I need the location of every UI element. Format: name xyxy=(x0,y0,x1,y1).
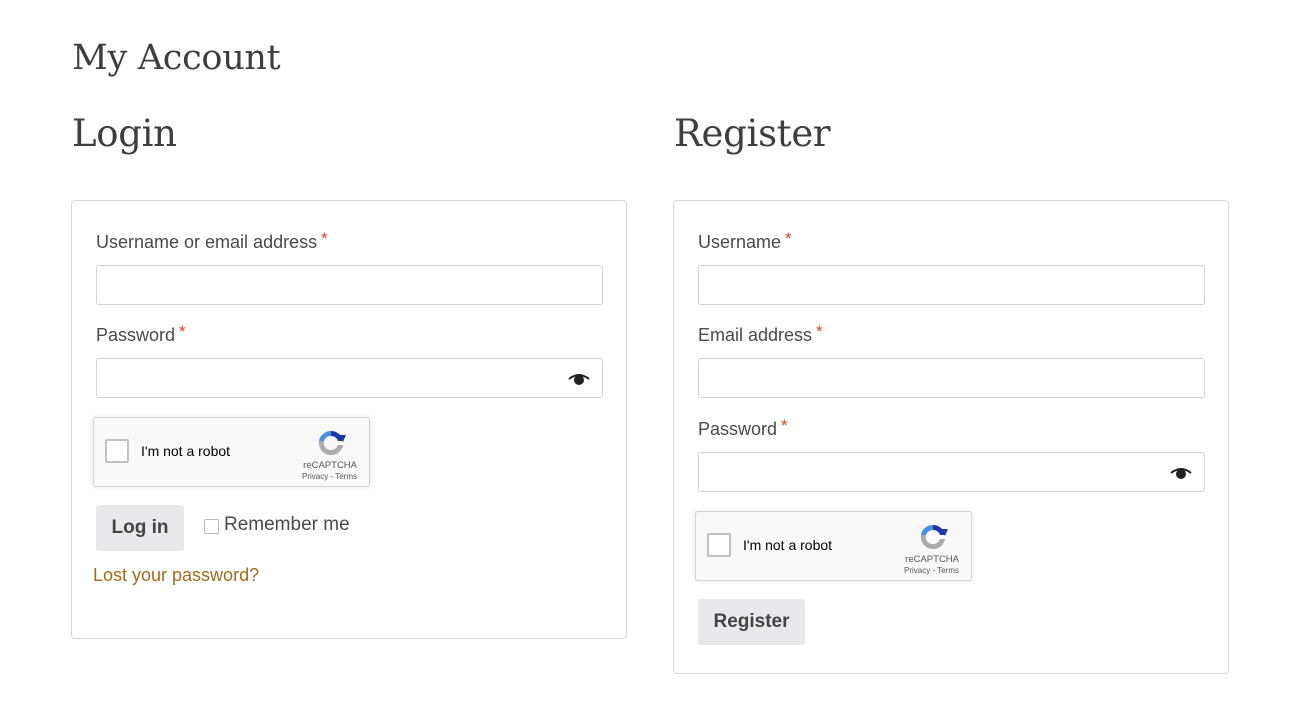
lost-password-link[interactable]: Lost your password? xyxy=(93,565,259,586)
login-username-label-text: Username or email address xyxy=(96,232,318,252)
login-password-input[interactable] xyxy=(97,359,602,397)
register-username-label: Username * xyxy=(698,229,792,253)
remember-me-checkbox[interactable] xyxy=(204,519,219,534)
register-email-field[interactable] xyxy=(698,358,1205,398)
required-mark: * xyxy=(785,229,792,248)
register-password-input[interactable] xyxy=(699,453,1204,491)
required-mark: * xyxy=(321,229,328,248)
login-button[interactable]: Log in xyxy=(96,505,184,551)
register-password-label: Password * xyxy=(698,416,788,440)
register-password-field[interactable] xyxy=(698,452,1205,492)
eye-icon[interactable] xyxy=(1170,465,1192,481)
login-password-label: Password * xyxy=(96,322,186,346)
recaptcha-checkbox[interactable] xyxy=(707,533,731,557)
register-username-field[interactable] xyxy=(698,265,1205,305)
recaptcha-privacy-terms[interactable]: Privacy - Terms xyxy=(302,472,357,481)
login-password-label-text: Password xyxy=(96,325,176,345)
register-heading: Register xyxy=(674,112,831,155)
required-mark: * xyxy=(781,416,788,435)
remember-me-label[interactable]: Remember me xyxy=(224,514,350,536)
login-username-label: Username or email address * xyxy=(96,229,328,253)
recaptcha-text: I'm not a robot xyxy=(141,443,231,459)
recaptcha-brand: reCAPTCHA xyxy=(303,460,357,471)
recaptcha-privacy-terms[interactable]: Privacy - Terms xyxy=(904,566,959,575)
recaptcha-logo-icon xyxy=(318,430,346,456)
page-title: My Account xyxy=(72,38,281,78)
login-username-field[interactable] xyxy=(96,265,603,305)
eye-icon[interactable] xyxy=(568,371,590,387)
register-username-input[interactable] xyxy=(699,266,1204,304)
login-recaptcha: I'm not a robot reCAPTCHA Privacy - Term… xyxy=(93,417,370,487)
required-mark: * xyxy=(816,322,823,341)
register-username-label-text: Username xyxy=(698,232,782,252)
login-password-field[interactable] xyxy=(96,358,603,398)
recaptcha-brand: reCAPTCHA xyxy=(905,554,959,565)
required-mark: * xyxy=(179,322,186,341)
login-heading: Login xyxy=(72,112,177,155)
register-email-input[interactable] xyxy=(699,359,1204,397)
register-recaptcha: I'm not a robot reCAPTCHA Privacy - Term… xyxy=(695,511,972,581)
remember-me[interactable]: Remember me xyxy=(204,514,350,536)
register-email-label: Email address * xyxy=(698,322,823,346)
register-button[interactable]: Register xyxy=(698,599,805,645)
login-username-input[interactable] xyxy=(97,266,602,304)
register-password-label-text: Password xyxy=(698,419,778,439)
recaptcha-text: I'm not a robot xyxy=(743,537,833,553)
register-email-label-text: Email address xyxy=(698,325,813,345)
recaptcha-logo-icon xyxy=(920,524,948,550)
recaptcha-checkbox[interactable] xyxy=(105,439,129,463)
